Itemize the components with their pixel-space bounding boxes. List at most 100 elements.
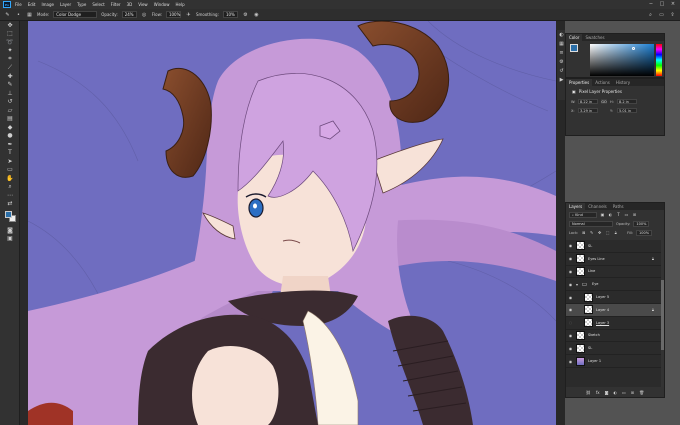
search-icon[interactable]: ⌕: [647, 11, 654, 18]
marquee-tool-icon[interactable]: ⬚: [0, 30, 20, 39]
layer-row[interactable]: ◉ SL: [566, 342, 664, 356]
gradient-tool-icon[interactable]: ▤: [0, 115, 20, 124]
lock-artboard-icon[interactable]: ⬚: [605, 230, 610, 235]
stamp-tool-icon[interactable]: ⊥: [0, 89, 20, 98]
tab-actions[interactable]: Actions: [592, 79, 613, 86]
flow-field[interactable]: 100%: [165, 11, 181, 18]
history-brush-tool-icon[interactable]: ↺: [0, 98, 20, 107]
layer-name[interactable]: Layer 1: [588, 359, 601, 363]
screen-mode-icon[interactable]: ▣: [0, 235, 20, 244]
maximize-icon[interactable]: □: [659, 1, 665, 7]
layer-opacity-field[interactable]: 100%: [633, 220, 650, 227]
foreground-color-preview[interactable]: [570, 44, 578, 52]
layer-name[interactable]: Layer 5: [596, 295, 609, 299]
adjustment-layer-icon[interactable]: ◐: [614, 390, 618, 395]
crop-tool-icon[interactable]: ⌗: [0, 55, 20, 64]
eraser-tool-icon[interactable]: ▱: [0, 106, 20, 115]
zoom-tool-icon[interactable]: ⌕: [0, 183, 20, 192]
filter-type-icon[interactable]: T: [616, 212, 621, 217]
foreground-color-swatch[interactable]: [5, 211, 12, 218]
edit-toolbar-icon[interactable]: ⇄: [0, 200, 20, 209]
layer-name[interactable]: Eye: [592, 282, 598, 286]
airbrush-icon[interactable]: ✈: [185, 11, 192, 18]
layer-name[interactable]: Layer 3: [596, 321, 609, 325]
menu-view[interactable]: View: [138, 2, 148, 7]
brush-tool-icon[interactable]: ✎: [4, 11, 11, 18]
menu-image[interactable]: Image: [41, 2, 54, 7]
lock-pixels-icon[interactable]: ✎: [589, 230, 594, 235]
lock-all-icon[interactable]: 🔒︎: [613, 230, 618, 235]
opacity-field[interactable]: 24%: [121, 11, 137, 18]
lasso-tool-icon[interactable]: ➰: [0, 38, 20, 47]
layer-name[interactable]: Sketch: [588, 333, 600, 337]
width-field[interactable]: 8.22 in: [578, 99, 598, 104]
trash-icon[interactable]: 🗑︎: [639, 390, 644, 395]
menu-window[interactable]: Window: [154, 2, 170, 7]
visibility-eye-icon[interactable]: ◉: [567, 269, 574, 274]
menu-type[interactable]: Type: [77, 2, 86, 7]
lock-transparent-icon[interactable]: ⊠: [581, 230, 586, 235]
layer-row[interactable]: ◉ Layer 5: [566, 291, 664, 304]
eyedropper-tool-icon[interactable]: ⟋: [0, 64, 20, 73]
brush-size-icon[interactable]: •: [15, 11, 22, 18]
tab-swatches[interactable]: Swatches: [582, 34, 607, 41]
visibility-eye-icon[interactable]: ◉: [567, 359, 574, 364]
quick-mask-icon[interactable]: ◙: [0, 226, 20, 235]
visibility-eye-icon[interactable]: ◉: [567, 282, 574, 287]
height-field[interactable]: 8.2 in: [617, 99, 637, 104]
layer-row[interactable]: ◉ Eyes Line 🔒︎: [566, 253, 664, 266]
visibility-eye-icon[interactable]: ◉: [567, 346, 574, 351]
layer-row-selected[interactable]: ◉ Layer 4 🔒︎: [566, 303, 664, 317]
hue-slider[interactable]: [656, 44, 662, 76]
layer-name[interactable]: Eyes Line: [588, 257, 605, 261]
pen-tool-icon[interactable]: ✒: [0, 140, 20, 149]
layer-group-row[interactable]: ◉ ▾ ▭ Eye: [566, 278, 664, 292]
layer-row[interactable]: ◉ Layer 1: [566, 355, 664, 368]
link-layers-icon[interactable]: ⛓: [586, 390, 591, 395]
workspace-icon[interactable]: ▭: [658, 11, 665, 18]
color-picker-cursor[interactable]: [632, 47, 635, 50]
fill-field[interactable]: 100%: [636, 229, 653, 236]
blend-mode-select[interactable]: Normal: [569, 220, 613, 227]
layer-row[interactable]: ○ Layer 3: [566, 317, 664, 330]
gear-icon[interactable]: ⚙: [242, 11, 249, 18]
chevron-down-icon[interactable]: ▾: [576, 282, 578, 287]
healing-tool-icon[interactable]: ✚: [0, 72, 20, 81]
layer-row[interactable]: ◉ Line: [566, 266, 664, 279]
menu-layer[interactable]: Layer: [60, 2, 71, 7]
visibility-eye-icon[interactable]: ◉: [567, 243, 574, 248]
menu-3d[interactable]: 3D: [127, 2, 133, 7]
link-dimensions-button[interactable]: GO: [601, 99, 607, 104]
tab-channels[interactable]: Channels: [585, 203, 610, 210]
blur-tool-icon[interactable]: ◆: [0, 123, 20, 132]
visibility-eye-icon[interactable]: ◉: [567, 307, 574, 312]
more-tools-icon[interactable]: ⋯: [0, 191, 20, 200]
menu-help[interactable]: Help: [175, 2, 184, 7]
tab-paths[interactable]: Paths: [610, 203, 627, 210]
dodge-tool-icon[interactable]: ●: [0, 132, 20, 141]
menu-select[interactable]: Select: [92, 2, 104, 7]
layers-scrollbar-thumb[interactable]: [661, 280, 664, 350]
layer-name[interactable]: SL: [588, 346, 592, 350]
layer-name[interactable]: Line: [588, 269, 595, 273]
pressure-opacity-icon[interactable]: ◎: [141, 11, 148, 18]
menu-filter[interactable]: Filter: [111, 2, 121, 7]
path-selection-tool-icon[interactable]: ➤: [0, 157, 20, 166]
visibility-eye-icon[interactable]: ◉: [567, 295, 574, 300]
rectangle-tool-icon[interactable]: ▭: [0, 166, 20, 175]
visibility-eye-icon[interactable]: ◉: [567, 256, 574, 261]
minimize-icon[interactable]: −: [648, 1, 654, 7]
tab-history[interactable]: History: [613, 79, 633, 86]
layer-row[interactable]: ◉ SL: [566, 240, 664, 253]
layer-name[interactable]: Layer 4: [596, 308, 609, 312]
hand-tool-icon[interactable]: ✋: [0, 174, 20, 183]
visibility-off-icon[interactable]: ○: [567, 320, 574, 325]
smoothing-field[interactable]: 10%: [222, 11, 238, 18]
visibility-eye-icon[interactable]: ◉: [567, 333, 574, 338]
y-field[interactable]: 5.01 in: [617, 108, 637, 113]
x-field[interactable]: 3.29 in: [578, 108, 598, 113]
type-tool-icon[interactable]: T: [0, 149, 20, 158]
lock-position-icon[interactable]: ✥: [597, 230, 602, 235]
menu-edit[interactable]: Edit: [28, 2, 36, 7]
new-layer-icon[interactable]: ⊞: [631, 390, 634, 395]
